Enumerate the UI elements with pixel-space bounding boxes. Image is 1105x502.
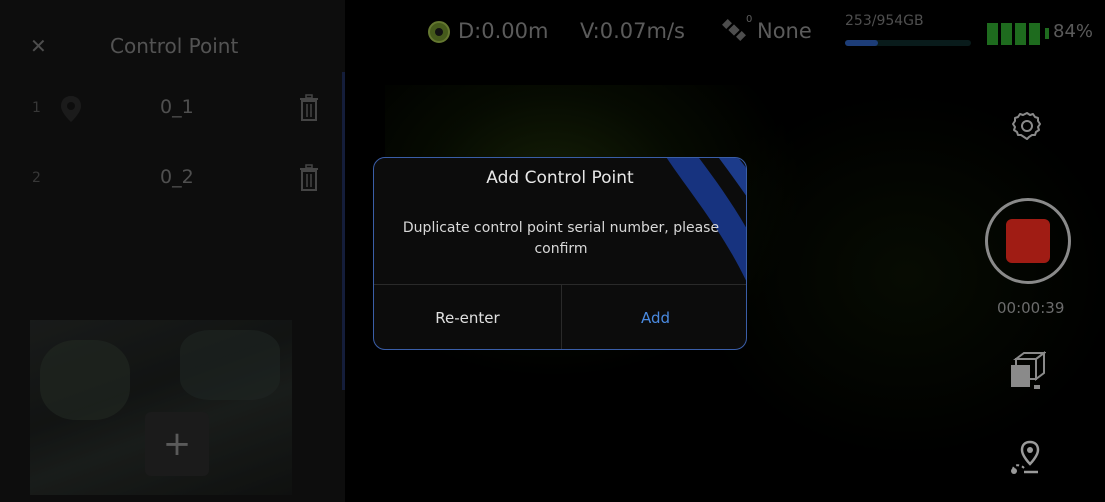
dialog-message: Duplicate control point serial number, p… bbox=[402, 220, 720, 257]
add-control-point-dialog: Add Control Point Duplicate control poin… bbox=[373, 157, 747, 350]
recording-timer: 00:00:39 bbox=[997, 299, 1065, 317]
route-location-icon[interactable] bbox=[1008, 438, 1046, 476]
add-button[interactable]: Add bbox=[562, 285, 746, 349]
view-cube-icon[interactable] bbox=[1008, 351, 1046, 391]
settings-gear-icon[interactable] bbox=[1011, 110, 1043, 142]
record-stop-button[interactable] bbox=[985, 198, 1071, 284]
app-screen: D:0.00m V:0.07m/s 0 None 253/954GB 84% ✕… bbox=[0, 0, 1105, 502]
reenter-button[interactable]: Re-enter bbox=[374, 285, 561, 349]
dialog-title: Add Control Point bbox=[486, 168, 634, 188]
stop-icon bbox=[1006, 219, 1050, 263]
